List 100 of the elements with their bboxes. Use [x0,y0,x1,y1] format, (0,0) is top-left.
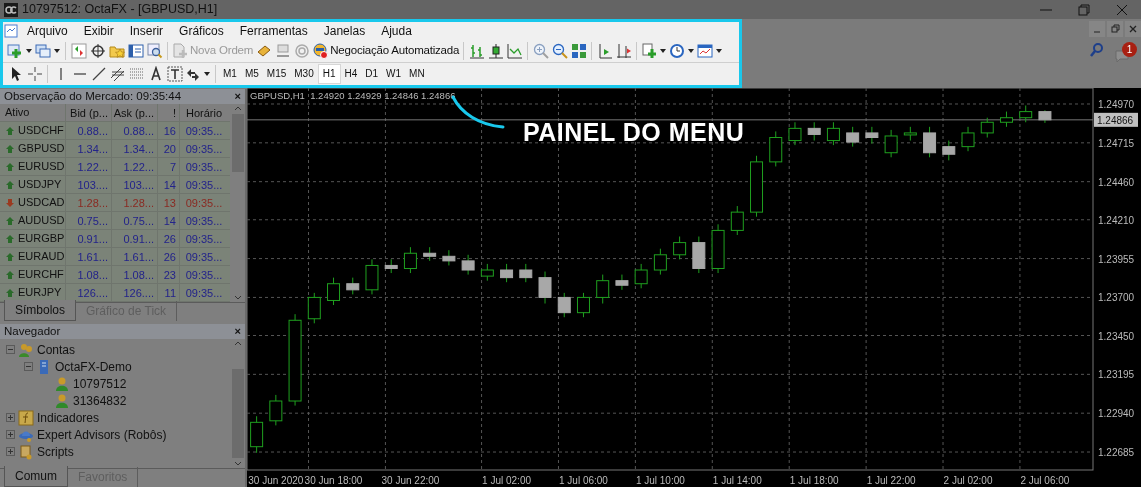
bid-price: 103.... [66,176,112,193]
time-label: 1 Jul 18:00 [789,475,839,486]
timeframe-button[interactable]: W1 [382,63,406,84]
bid-price: 1.28... [66,194,112,211]
candlestick [634,263,648,289]
restore-icon[interactable] [1076,1,1092,18]
symbol-text: EURUSD [18,159,65,175]
annotation-text: PAINEL DO MENU [523,117,745,148]
mdi-minimize-icon[interactable] [1089,21,1105,37]
ask-price: 0.88... [112,122,158,139]
expand-icon[interactable] [6,447,15,456]
timeframe-button[interactable]: H4 [340,63,362,84]
mdi-restore-icon[interactable] [1107,21,1123,37]
candlestick [480,263,494,282]
time-text: 09:35... [184,213,224,229]
time-text: 09:35... [184,267,224,283]
line-chart-icon[interactable] [505,41,525,62]
candlestick [365,258,379,295]
bid-price: 0.88... [66,122,112,139]
price-label: 1.24970 [1098,99,1135,110]
search-icon[interactable] [1089,42,1105,58]
scrollbar[interactable] [230,104,245,302]
panel-tab[interactable]: Comum [4,466,68,487]
candlestick [269,394,283,426]
candlestick [730,205,744,236]
tree-item[interactable]: Scripts [37,442,74,461]
spread-value: 14 [158,212,180,229]
candlestick [596,274,610,304]
ask-price: 103.... [112,176,158,193]
tree-item[interactable]: Expert Advisors (Robôs) [37,425,167,444]
menu-item[interactable]: Arquivo [19,22,76,41]
time-label: 1 Jul 06:00 [559,475,608,486]
tree-item[interactable]: Contas [37,340,76,359]
scrollbar[interactable] [230,339,245,468]
timeframe-button[interactable]: M30 [290,63,318,84]
price-label: 1.23700 [1098,292,1135,304]
ask-price: 1.08... [112,266,158,283]
spread-value: 26 [158,248,180,265]
timeframe-button[interactable]: M1 [219,63,241,84]
symbol-text: USDCAD [18,195,65,211]
candlestick-icon[interactable] [486,41,506,62]
bid-price: 0.91... [66,230,112,247]
timeframe-button[interactable]: MN [405,63,429,84]
column-header[interactable]: Ativo [0,104,66,121]
close-button[interactable]: × [234,323,241,340]
timeframe-button[interactable]: M5 [240,63,263,84]
menu-item[interactable]: Inserir [121,22,172,41]
panel-title: Observação do Mercado: 09:35:44 [4,88,182,104]
panel-tab[interactable]: Símbolos [4,300,77,321]
candlestick [538,271,552,304]
time-text: 09:35... [184,285,224,301]
chart-info: GBPUSD,H1 1.24920 1.24929 1.24846 1.24866 [250,90,456,101]
timeframe-button[interactable]: D1 [361,63,383,84]
ask-price: 1.28... [112,194,158,211]
spread-value: 20 [158,140,180,157]
tree-item[interactable]: Indicadores [37,408,100,427]
candlestick [1000,111,1013,128]
mdi-close-icon[interactable] [1125,21,1141,37]
expand-icon[interactable] [6,413,15,422]
candlestick [673,236,687,260]
candlestick [750,155,763,218]
ask-price: 1.22... [112,158,158,175]
price-label: 1.23955 [1098,253,1135,265]
column-header[interactable]: Ask (p... [112,104,158,121]
column-header[interactable]: Bid (p... [66,104,112,121]
tree-item[interactable]: OctaFX-Demo [55,357,132,376]
time-label: 1 Jul 10:00 [635,475,685,486]
menu-item[interactable]: Janelas [315,22,374,41]
tree-item[interactable]: 10797512 [73,374,127,393]
menu-item[interactable]: Exibir [75,22,122,41]
time-label: 30 Jun 22:00 [381,475,440,486]
robot-stop-icon [312,43,329,60]
time-label: 1 Jul 02:00 [482,475,532,486]
timeframe-button[interactable]: M15 [262,63,291,84]
price-label: 1.23195 [1098,369,1135,381]
scrollbar-thumb[interactable] [231,114,244,172]
menu-item[interactable]: Gráficos [171,22,232,41]
symbol-text: EURGBP [18,231,65,247]
candlestick [346,277,360,295]
spread-value: 14 [158,176,180,193]
candlestick [653,248,667,276]
ask-price: 1.34... [112,140,158,157]
collapse-icon[interactable] [6,345,15,354]
collapse-icon[interactable] [24,362,33,371]
symbol-text: AUDUSD [18,213,65,229]
close-button[interactable]: × [234,88,241,105]
tree-item[interactable]: 31364832 [73,391,127,410]
menu-item[interactable]: Ajuda [373,22,420,41]
column-header[interactable]: ! [158,104,180,121]
auto-trading-button[interactable]: Negociação Automatizada [311,41,461,62]
candlestick [615,274,629,291]
timeframe-button[interactable]: H1 [317,63,341,84]
scroll-icon [18,443,34,460]
column-header[interactable]: Horário [180,103,228,122]
menu-item[interactable]: Ferramentas [231,22,316,41]
expand-icon[interactable] [6,430,15,439]
window-title: 10797512: OctaFX - [GBPUSD,H1] [22,1,218,19]
spread-value: 13 [158,194,180,211]
text-label-icon[interactable] [165,63,184,84]
time-label: 2 Jul 06:00 [1020,475,1070,486]
